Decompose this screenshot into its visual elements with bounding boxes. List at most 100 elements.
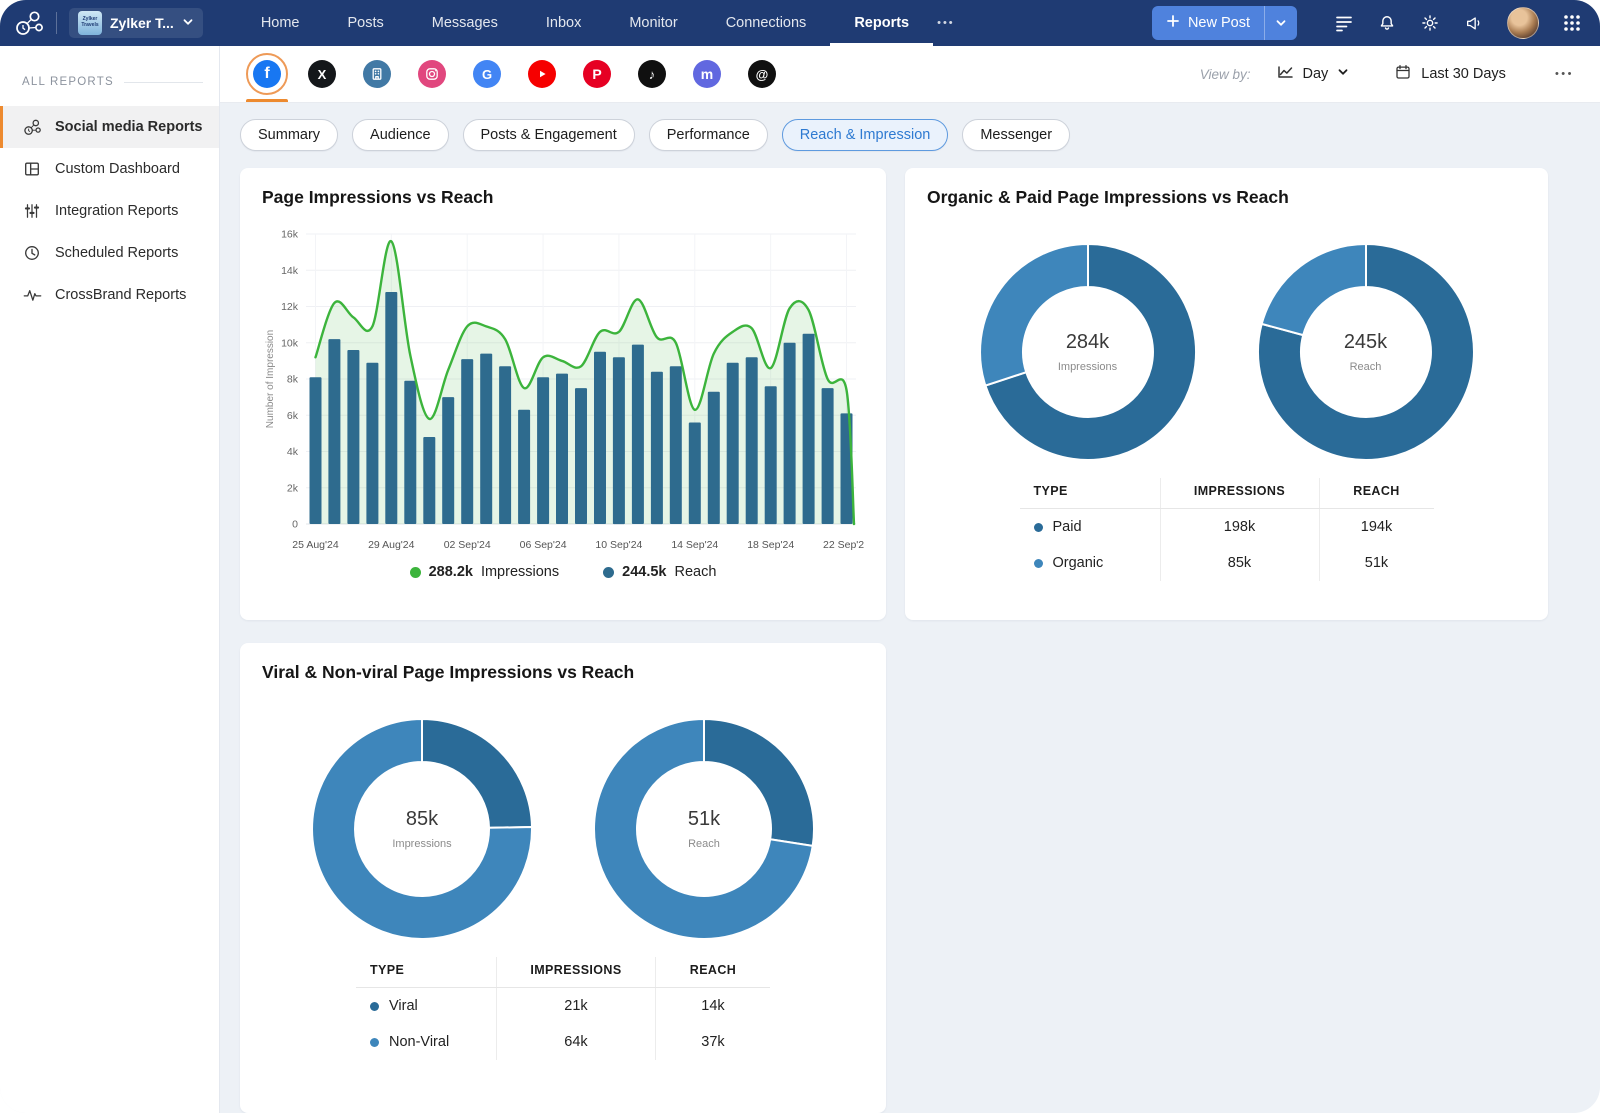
channel-more-menu[interactable]: ••• [1529, 46, 1600, 102]
channel-list: fX G P ♪ m@ [220, 46, 785, 102]
reach-bar [423, 437, 435, 524]
y-tick-label: 4k [287, 446, 299, 458]
nav-item-home[interactable]: Home [237, 0, 324, 46]
chart-legend: 288.2kImpressions244.5kReach [262, 564, 864, 580]
new-post-dropdown[interactable] [1264, 6, 1297, 40]
divider [124, 82, 203, 83]
tab-messenger[interactable]: Messenger [962, 119, 1070, 151]
sidebar-item-crossbrand-reports[interactable]: CrossBrand Reports [0, 274, 219, 316]
card-viral-nonviral: Viral & Non-viral Page Impressions vs Re… [240, 643, 886, 1113]
nav-item-posts[interactable]: Posts [324, 0, 408, 46]
channel-threads-icon[interactable]: @ [739, 46, 785, 102]
selected-ring: f [246, 53, 288, 95]
reach-bar [651, 372, 663, 524]
reach-bar [822, 388, 834, 524]
nav-item-reports[interactable]: Reports [830, 0, 933, 46]
sidebar-item-integration-reports[interactable]: Integration Reports [0, 190, 219, 232]
list-icon[interactable] [1334, 13, 1354, 33]
column-header-reach: REACH [1319, 478, 1434, 509]
sidebar-item-social-media-reports[interactable]: Social media Reports [0, 106, 219, 148]
channel-pinterest-icon[interactable]: P [574, 46, 620, 102]
reach-cell: 14k [656, 988, 771, 1025]
column-header-impressions: IMPRESSIONS [497, 957, 656, 988]
chevron-down-icon [182, 16, 194, 31]
avatar[interactable] [1507, 7, 1539, 39]
channel-google-icon[interactable]: G [464, 46, 510, 102]
tab-reach-impression[interactable]: Reach & Impression [782, 119, 949, 151]
channel-bar: fXGP♪m@ View by: Day Last 30 Days ••• [220, 46, 1600, 103]
nav-item-connections[interactable]: Connections [702, 0, 831, 46]
bell-icon[interactable] [1377, 13, 1397, 33]
navbar-divider [56, 12, 57, 34]
date-range-value: Last 30 Days [1421, 66, 1506, 82]
reach-bar [708, 392, 720, 524]
tab-performance[interactable]: Performance [649, 119, 768, 151]
tab-posts-engagement[interactable]: Posts & Engagement [463, 119, 635, 151]
tab-audience[interactable]: Audience [352, 119, 448, 151]
donut-pair: 284kImpressions245kReach [927, 242, 1526, 462]
channel-mastodon-icon[interactable]: m [684, 46, 730, 102]
channel-instagram-icon[interactable] [409, 46, 455, 102]
donut-impressions: 284kImpressions [978, 242, 1198, 462]
y-tick-label: 6k [287, 410, 299, 422]
channel-facebook-icon[interactable]: f [244, 46, 290, 102]
reach-bar [803, 334, 815, 524]
reach-cell: 194k [1319, 509, 1434, 546]
sidebar-item-custom-dashboard[interactable]: Custom Dashboard [0, 148, 219, 190]
donut-impressions: 85kImpressions [310, 717, 534, 941]
report-tabs: Summary Audience Posts & Engagement Perform… [240, 119, 1600, 151]
google-logo: G [473, 60, 501, 88]
new-post-button[interactable]: New Post [1152, 6, 1264, 40]
nav-item-messages[interactable]: Messages [408, 0, 522, 46]
gear-icon[interactable] [1420, 13, 1440, 33]
report-content: Summary Audience Posts & Engagement Perform… [220, 103, 1600, 1113]
brand-selector[interactable]: Zylker Travels Zylker T... [69, 8, 203, 38]
reach-bar [784, 343, 796, 524]
channel-tiktok-icon[interactable]: ♪ [629, 46, 675, 102]
main-area: fXGP♪m@ View by: Day Last 30 Days ••• [220, 46, 1600, 1113]
pinterest-logo: P [583, 60, 611, 88]
type-label: Non-Viral [389, 1034, 449, 1050]
sidebar-section-header: ALL REPORTS [22, 76, 203, 88]
megaphone-icon[interactable] [1463, 13, 1484, 33]
table-header-row: TYPEIMPRESSIONSREACH [356, 957, 770, 988]
integration-reports-icon [22, 202, 42, 220]
y-tick-label: 2k [287, 482, 299, 494]
nav-item-monitor[interactable]: Monitor [605, 0, 701, 46]
x-tick-label: 06 Sep'24 [520, 539, 567, 551]
sidebar-section-label: ALL REPORTS [22, 76, 114, 88]
y-tick-label: 16k [281, 229, 299, 241]
navbar-left: Zylker Travels Zylker T... [14, 8, 203, 38]
card-page-impressions-vs-reach: Page Impressions vs Reach 02k4k6k8k10k12… [240, 168, 886, 620]
reach-bar [670, 366, 682, 524]
nav-more-menu[interactable]: ••• [933, 17, 959, 29]
reach-bar [556, 374, 568, 524]
channel-youtube-icon[interactable] [519, 46, 565, 102]
ring: ♪ [631, 53, 673, 95]
reach-bar [613, 357, 625, 524]
new-post-split-button: New Post [1152, 6, 1297, 40]
type-cell: Paid [1020, 509, 1161, 546]
tab-summary[interactable]: Summary [240, 119, 338, 151]
donut-pair: 85kImpressions51kReach [262, 717, 864, 941]
impressions-cell: 64k [497, 1024, 656, 1060]
ring [521, 53, 563, 95]
zoho-social-logo-icon[interactable] [14, 10, 44, 37]
channel-x-icon[interactable]: X [299, 46, 345, 102]
reach-bar [385, 292, 397, 524]
date-range-picker[interactable]: Last 30 Days [1372, 46, 1528, 102]
reach-bar [499, 366, 511, 524]
reach-bar [347, 350, 359, 524]
reach-bar [461, 359, 473, 524]
column-header-type: TYPE [356, 957, 497, 988]
x-tick-label: 22 Sep'24 [823, 539, 864, 551]
sidebar-item-scheduled-reports[interactable]: Scheduled Reports [0, 232, 219, 274]
reach-bar [594, 352, 606, 524]
channel-linkedin-company-icon[interactable] [354, 46, 400, 102]
view-mode-value: Day [1303, 66, 1329, 82]
nav-item-inbox[interactable]: Inbox [522, 0, 605, 46]
linkedin-company-logo [363, 60, 391, 88]
view-mode-dropdown[interactable]: Day [1255, 46, 1372, 102]
apps-grid-icon[interactable] [1562, 13, 1582, 33]
card-title: Viral & Non-viral Page Impressions vs Re… [262, 662, 864, 683]
